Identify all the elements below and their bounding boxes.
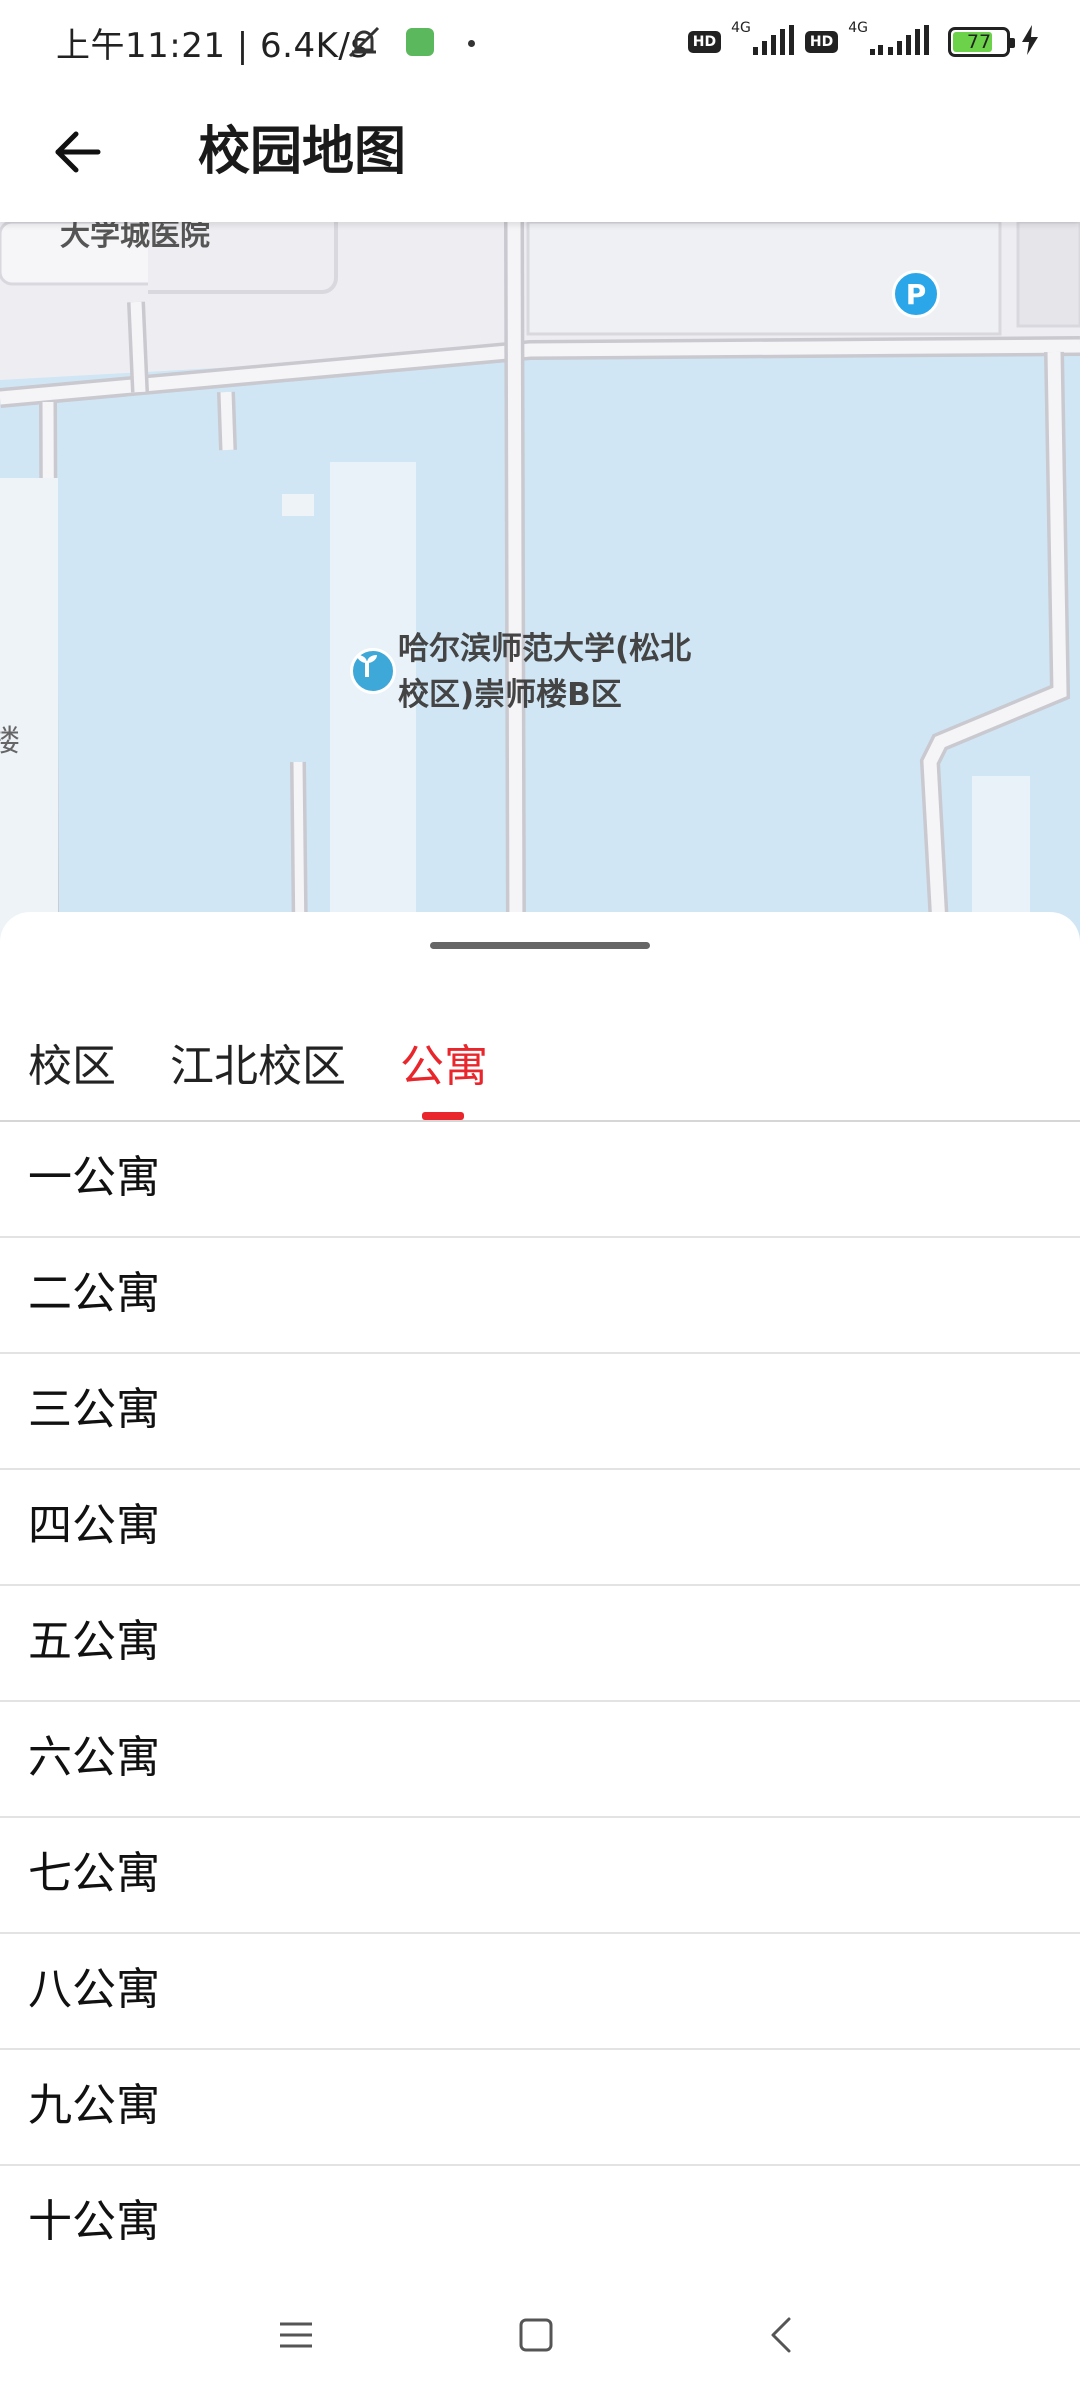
map-canvas [0,222,1080,942]
active-tab-indicator [422,1112,464,1120]
tab-bar: 校区 江北校区 公寓 [0,1030,1080,1122]
list-item-label: 四公寓 [28,1500,160,1551]
recent-apps-button[interactable] [266,2305,326,2365]
back-nav-button[interactable] [752,2305,812,2365]
signal-strength-icon [752,25,795,59]
tab-jiangbei-campus[interactable]: 江北校区 [170,1030,346,1120]
list-item-label: 三公寓 [28,1384,160,1435]
list-item[interactable]: 七公寓 [0,1818,1080,1934]
status-bar: 上午11:21 | 6.4K/s HD 4G HD 4G 77 [0,0,1080,84]
page-title: 校园地图 [198,122,407,182]
list-item[interactable]: 十公寓 [0,2166,1080,2282]
chevron-left-icon [771,2317,791,2353]
drag-handle[interactable] [430,942,650,949]
parking-icon[interactable]: P [892,270,940,318]
map-edge-label: 楼 [0,724,20,759]
hd-badge: HD [687,31,722,53]
list-item[interactable]: 三公寓 [0,1354,1080,1470]
list-item-label: 一公寓 [28,1152,160,1203]
list-item[interactable]: 六公寓 [0,1702,1080,1818]
apartment-list: 一公寓 二公寓 三公寓 四公寓 五公寓 六公寓 七公寓 八公寓 九公寓 十公寓 [0,1122,1080,2282]
list-item-label: 九公寓 [28,2080,160,2131]
mute-icon [344,22,384,66]
home-button[interactable] [506,2305,566,2365]
network-type-label-2: 4G [848,20,868,36]
list-item-label: 八公寓 [28,1964,160,2015]
menu-icon [280,2322,312,2348]
list-item[interactable]: 二公寓 [0,1238,1080,1354]
list-item[interactable]: 九公寓 [0,2050,1080,2166]
list-item-label: 十公寓 [28,2196,160,2247]
status-time: 上午11:21 | 6.4K/s [56,26,369,66]
campus-map[interactable]: 大学城医院 P 楼 哈尔滨师范大学(松北校区)崇师楼B区 [0,222,1080,942]
poi-label[interactable]: 哈尔滨师范大学(松北校区)崇师楼B区 [398,626,718,718]
signal-strength-icon-2 [870,25,932,59]
map-label-hospital: 大学城医院 [60,222,210,253]
poi-marker-icon[interactable] [350,648,396,694]
bottom-sheet: 校区 江北校区 公寓 一公寓 二公寓 三公寓 四公寓 五公寓 六公寓 七公寓 八… [0,912,1080,2275]
app-bar: 校园地图 [0,84,1080,222]
list-item[interactable]: 一公寓 [0,1122,1080,1238]
status-indicators: HD 4G HD 4G 77 [687,20,1040,64]
battery-icon: 77 [948,27,1015,57]
list-item-label: 七公寓 [28,1848,160,1899]
hd-badge-2: HD [804,31,839,53]
app-notification-icon [406,28,434,56]
list-item[interactable]: 八公寓 [0,1934,1080,2050]
more-notifications-dot [468,40,475,47]
battery-cap [1010,38,1015,48]
tab-apartments[interactable]: 公寓 [400,1030,488,1120]
tab-campus[interactable]: 校区 [28,1030,116,1120]
list-item[interactable]: 五公寓 [0,1586,1080,1702]
system-nav-bar [0,2275,1080,2400]
battery-percent: 77 [966,31,992,53]
arrow-left-icon [55,131,101,173]
list-item-label: 六公寓 [28,1732,160,1783]
back-button[interactable] [40,114,116,190]
list-item[interactable]: 四公寓 [0,1470,1080,1586]
square-icon [519,2318,553,2352]
list-item-label: 二公寓 [28,1268,160,1319]
list-item-label: 五公寓 [28,1616,160,1667]
network-type-label: 4G [731,20,751,36]
charging-icon [1020,25,1040,59]
